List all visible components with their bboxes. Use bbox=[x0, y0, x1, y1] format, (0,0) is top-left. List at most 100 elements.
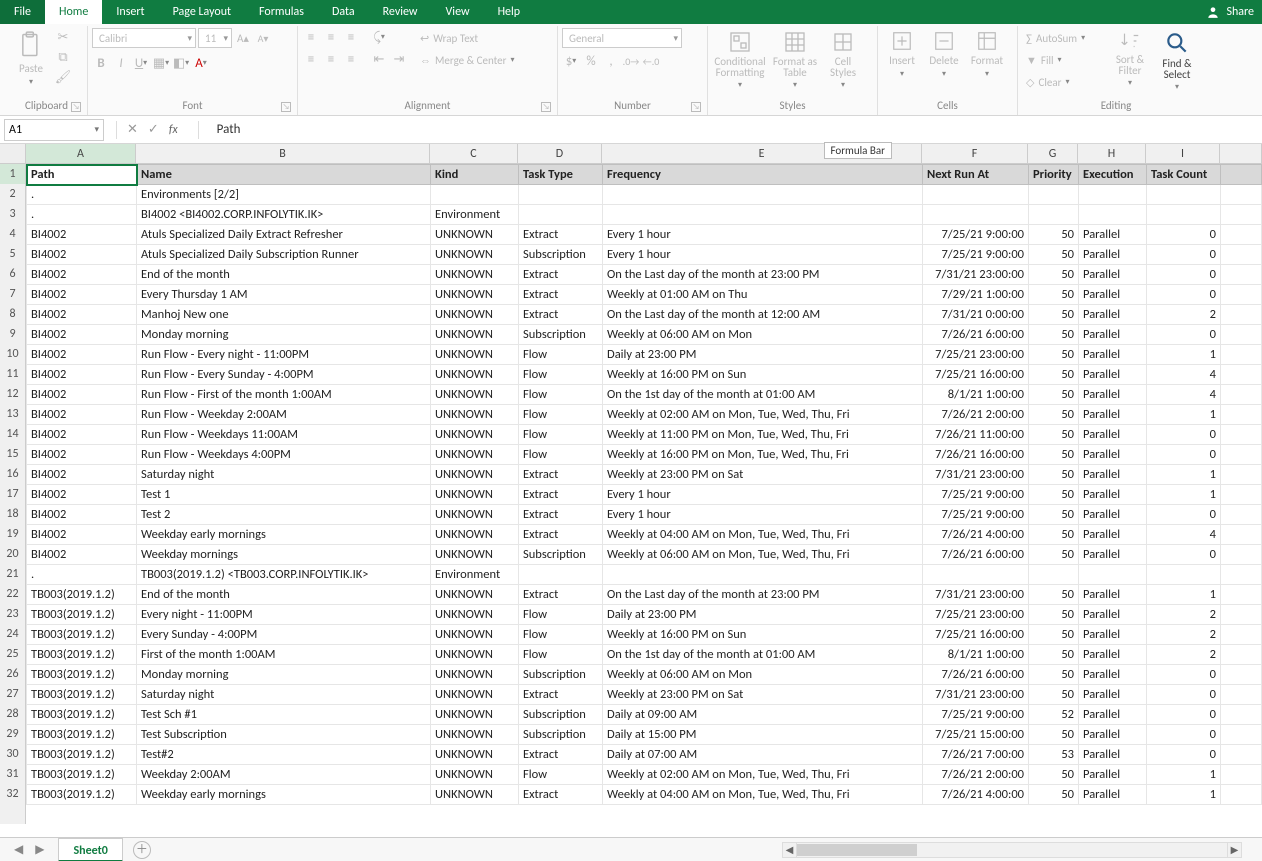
cell[interactable]: 50 bbox=[1029, 625, 1079, 645]
sheet-nav-next[interactable]: ▶ bbox=[35, 842, 44, 857]
cell[interactable]: Parallel bbox=[1079, 405, 1147, 425]
cell[interactable]: BI4002 bbox=[27, 245, 137, 265]
cell[interactable]: UNKNOWN bbox=[431, 225, 519, 245]
header-cell[interactable]: Frequency bbox=[603, 165, 923, 185]
cell[interactable] bbox=[923, 185, 1029, 205]
cell[interactable]: Parallel bbox=[1079, 365, 1147, 385]
row-header[interactable]: 31 bbox=[0, 764, 26, 784]
cell[interactable]: TB003(2019.1.2) bbox=[27, 705, 137, 725]
cell[interactable]: 0 bbox=[1147, 505, 1221, 525]
cell[interactable] bbox=[1079, 565, 1147, 585]
cell[interactable]: Test#2 bbox=[137, 745, 431, 765]
row-header[interactable] bbox=[0, 804, 26, 824]
cell[interactable]: Weekly at 01:00 AM on Thu bbox=[603, 285, 923, 305]
add-sheet-button[interactable]: ＋ bbox=[133, 841, 151, 859]
row-header[interactable]: 26 bbox=[0, 664, 26, 684]
cell[interactable]: UNKNOWN bbox=[431, 625, 519, 645]
align-center-button[interactable]: ≡ bbox=[322, 50, 340, 68]
clipboard-launcher[interactable]: ↘ bbox=[71, 102, 81, 112]
cell[interactable]: Weekly at 11:00 PM on Mon, Tue, Wed, Thu… bbox=[603, 425, 923, 445]
cell[interactable]: Weekly at 04:00 AM on Mon, Tue, Wed, Thu… bbox=[603, 525, 923, 545]
font-launcher[interactable]: ↘ bbox=[281, 102, 291, 112]
cell[interactable]: Environment bbox=[431, 565, 519, 585]
row-header[interactable]: 19 bbox=[0, 524, 26, 544]
cell[interactable]: 50 bbox=[1029, 645, 1079, 665]
cell[interactable]: UNKNOWN bbox=[431, 585, 519, 605]
cell[interactable]: Weekly at 23:00 PM on Sat bbox=[603, 465, 923, 485]
cell[interactable]: 7/26/21 6:00:00 bbox=[923, 545, 1029, 565]
cell[interactable]: Weekly at 02:00 AM on Mon, Tue, Wed, Thu… bbox=[603, 405, 923, 425]
cell[interactable]: First of the month 1:00AM bbox=[137, 645, 431, 665]
decrease-indent-button[interactable]: ⇤ bbox=[370, 50, 388, 68]
cell[interactable]: 2 bbox=[1147, 305, 1221, 325]
cell[interactable]: Extract bbox=[519, 785, 603, 805]
cell[interactable] bbox=[1029, 205, 1079, 225]
cell[interactable] bbox=[1029, 185, 1079, 205]
cell[interactable]: 0 bbox=[1147, 545, 1221, 565]
comma-button[interactable]: , bbox=[602, 52, 620, 70]
cell[interactable]: 50 bbox=[1029, 485, 1079, 505]
cell[interactable]: 2 bbox=[1147, 625, 1221, 645]
cell[interactable]: Run Flow - Every Sunday - 4:00PM bbox=[137, 365, 431, 385]
cell[interactable]: Weekday early mornings bbox=[137, 525, 431, 545]
cell[interactable]: Environment bbox=[431, 205, 519, 225]
cell[interactable]: Weekly at 16:00 PM on Sun bbox=[603, 625, 923, 645]
align-left-button[interactable]: ≡ bbox=[302, 50, 320, 68]
menu-tab-home[interactable]: Home bbox=[45, 0, 102, 24]
cell[interactable]: 7/25/21 23:00:00 bbox=[923, 605, 1029, 625]
spreadsheet-grid[interactable]: ABCDEFGHI 123456789101112131415161718192… bbox=[0, 144, 1262, 837]
cell[interactable]: Parallel bbox=[1079, 785, 1147, 805]
cell[interactable]: Parallel bbox=[1079, 625, 1147, 645]
cell[interactable] bbox=[1029, 565, 1079, 585]
copy-button[interactable]: ⧉ bbox=[54, 48, 72, 66]
cell[interactable]: 50 bbox=[1029, 685, 1079, 705]
cell[interactable] bbox=[923, 565, 1029, 585]
cell[interactable]: UNKNOWN bbox=[431, 365, 519, 385]
cell[interactable]: On the Last day of the month at 12:00 AM bbox=[603, 305, 923, 325]
bold-button[interactable]: B bbox=[92, 54, 110, 72]
cell[interactable]: Run Flow - Weekday 2:00AM bbox=[137, 405, 431, 425]
cell[interactable]: Parallel bbox=[1079, 285, 1147, 305]
cell[interactable]: UNKNOWN bbox=[431, 685, 519, 705]
cell[interactable]: Subscription bbox=[519, 665, 603, 685]
cell[interactable]: Subscription bbox=[519, 325, 603, 345]
cell[interactable]: 0 bbox=[1147, 705, 1221, 725]
fx-icon[interactable]: fx bbox=[169, 123, 178, 137]
cell[interactable]: Flow bbox=[519, 365, 603, 385]
cell[interactable]: 50 bbox=[1029, 405, 1079, 425]
cell[interactable]: Parallel bbox=[1079, 505, 1147, 525]
cell[interactable] bbox=[1079, 205, 1147, 225]
format-cells-button[interactable]: Format▾ bbox=[966, 28, 1008, 79]
cell[interactable]: Extract bbox=[519, 265, 603, 285]
cell[interactable]: Parallel bbox=[1079, 485, 1147, 505]
formula-bar[interactable]: Path bbox=[211, 122, 1262, 137]
cell[interactable]: 50 bbox=[1029, 765, 1079, 785]
select-all-corner[interactable] bbox=[0, 144, 26, 163]
row-header[interactable]: 30 bbox=[0, 744, 26, 764]
underline-button[interactable]: U▾ bbox=[132, 54, 150, 72]
cell[interactable]: 50 bbox=[1029, 225, 1079, 245]
cell[interactable]: BI4002 bbox=[27, 425, 137, 445]
cell[interactable]: 7/31/21 23:00:00 bbox=[923, 465, 1029, 485]
cell[interactable]: Saturday night bbox=[137, 685, 431, 705]
cell[interactable]: UNKNOWN bbox=[431, 305, 519, 325]
decrease-decimal-button[interactable]: ←.0 bbox=[642, 52, 660, 70]
cell[interactable]: 50 bbox=[1029, 285, 1079, 305]
format-painter-button[interactable]: 🖌 bbox=[54, 68, 72, 86]
cell[interactable]: UNKNOWN bbox=[431, 705, 519, 725]
cell[interactable]: Parallel bbox=[1079, 725, 1147, 745]
row-header[interactable]: 32 bbox=[0, 784, 26, 804]
row-header[interactable]: 2 bbox=[0, 184, 26, 204]
row-header[interactable]: 16 bbox=[0, 464, 26, 484]
cell[interactable]: UNKNOWN bbox=[431, 385, 519, 405]
cell[interactable]: Extract bbox=[519, 685, 603, 705]
cell[interactable] bbox=[1147, 565, 1221, 585]
cell[interactable]: Flow bbox=[519, 645, 603, 665]
cell[interactable]: 7/25/21 9:00:00 bbox=[923, 485, 1029, 505]
cell[interactable]: 50 bbox=[1029, 425, 1079, 445]
cell[interactable]: 1 bbox=[1147, 465, 1221, 485]
cell[interactable]: Atuls Specialized Daily Subscription Run… bbox=[137, 245, 431, 265]
cell[interactable]: 50 bbox=[1029, 465, 1079, 485]
cell[interactable]: TB003(2019.1.2) bbox=[27, 605, 137, 625]
row-header[interactable]: 11 bbox=[0, 364, 26, 384]
